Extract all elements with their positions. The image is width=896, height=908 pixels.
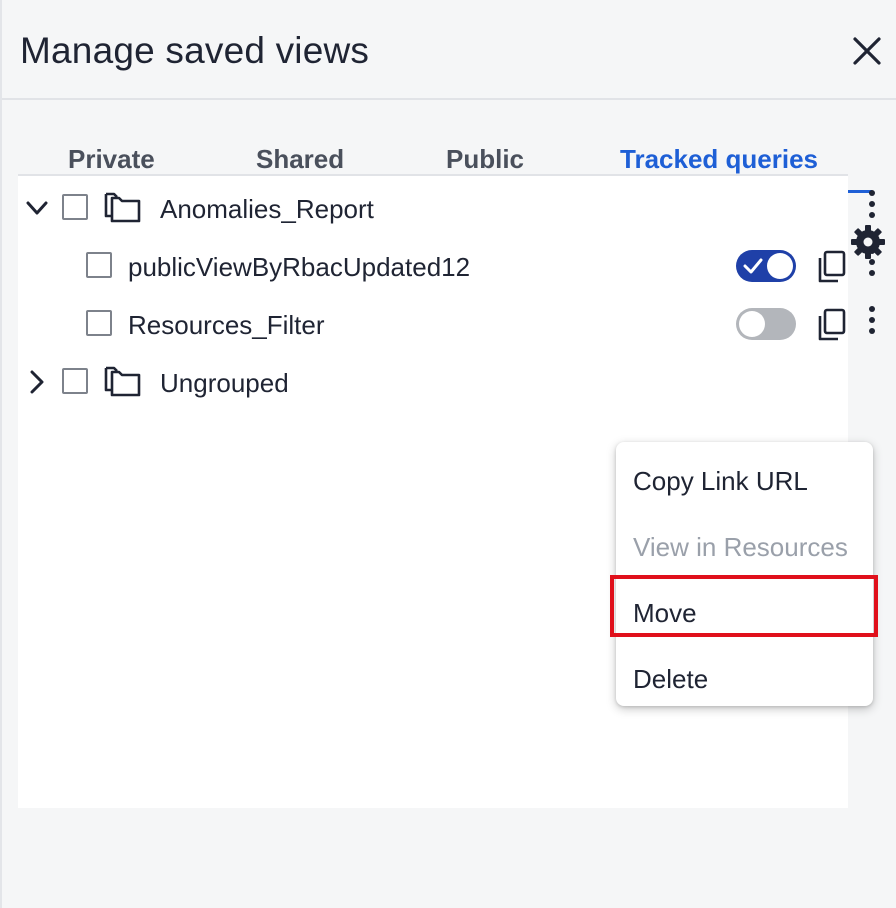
context-menu: Copy Link URL View in Resources Move Del…	[616, 442, 873, 706]
menu-item-label: View in Resources	[633, 532, 848, 562]
chevron-down-icon[interactable]	[24, 194, 50, 222]
tree-group-row[interactable]: Anomalies_Report	[18, 180, 896, 236]
manage-saved-views-panel: Manage saved views Private Shared Public…	[0, 0, 896, 908]
dialog-header: Manage saved views	[2, 0, 896, 100]
more-options-icon[interactable]	[866, 248, 878, 282]
menu-item-delete[interactable]: Delete	[616, 646, 873, 706]
close-icon[interactable]	[850, 34, 884, 68]
menu-item-label: Delete	[633, 664, 709, 694]
menu-item-label: Move	[633, 598, 697, 628]
more-options-icon[interactable]	[866, 190, 878, 224]
tab-private[interactable]: Private	[68, 144, 155, 175]
copy-icon[interactable]	[816, 308, 846, 342]
view-toggle[interactable]	[736, 250, 796, 282]
tree-group-row[interactable]: Ungrouped	[18, 354, 896, 410]
tab-tracked-queries[interactable]: Tracked queries	[620, 144, 818, 175]
folder-icon	[104, 192, 141, 223]
view-toggle[interactable]	[736, 308, 796, 340]
group-checkbox[interactable]	[62, 368, 88, 394]
menu-item-move[interactable]: Move	[616, 580, 873, 640]
tab-shared[interactable]: Shared	[256, 144, 344, 175]
group-checkbox[interactable]	[62, 194, 88, 220]
folder-icon	[104, 366, 141, 397]
dialog-title: Manage saved views	[20, 30, 370, 71]
chevron-right-icon[interactable]	[24, 368, 50, 396]
saved-view-row[interactable]: publicViewByRbacUpdated12	[18, 238, 896, 294]
menu-item-copy-link-url[interactable]: Copy Link URL	[616, 448, 873, 508]
group-name: Anomalies_Report	[160, 194, 374, 224]
more-options-icon[interactable]	[866, 306, 878, 340]
view-name: publicViewByRbacUpdated12	[128, 252, 471, 282]
check-icon	[743, 258, 763, 274]
menu-item-view-in-resources: View in Resources	[616, 514, 873, 574]
view-checkbox[interactable]	[86, 310, 112, 336]
saved-view-row[interactable]: Resources_Filter	[18, 296, 896, 352]
copy-icon[interactable]	[816, 250, 846, 284]
view-checkbox[interactable]	[86, 252, 112, 278]
group-name: Ungrouped	[160, 368, 289, 398]
menu-item-label: Copy Link URL	[633, 466, 808, 496]
view-name: Resources_Filter	[128, 310, 325, 340]
tab-public[interactable]: Public	[446, 144, 524, 175]
